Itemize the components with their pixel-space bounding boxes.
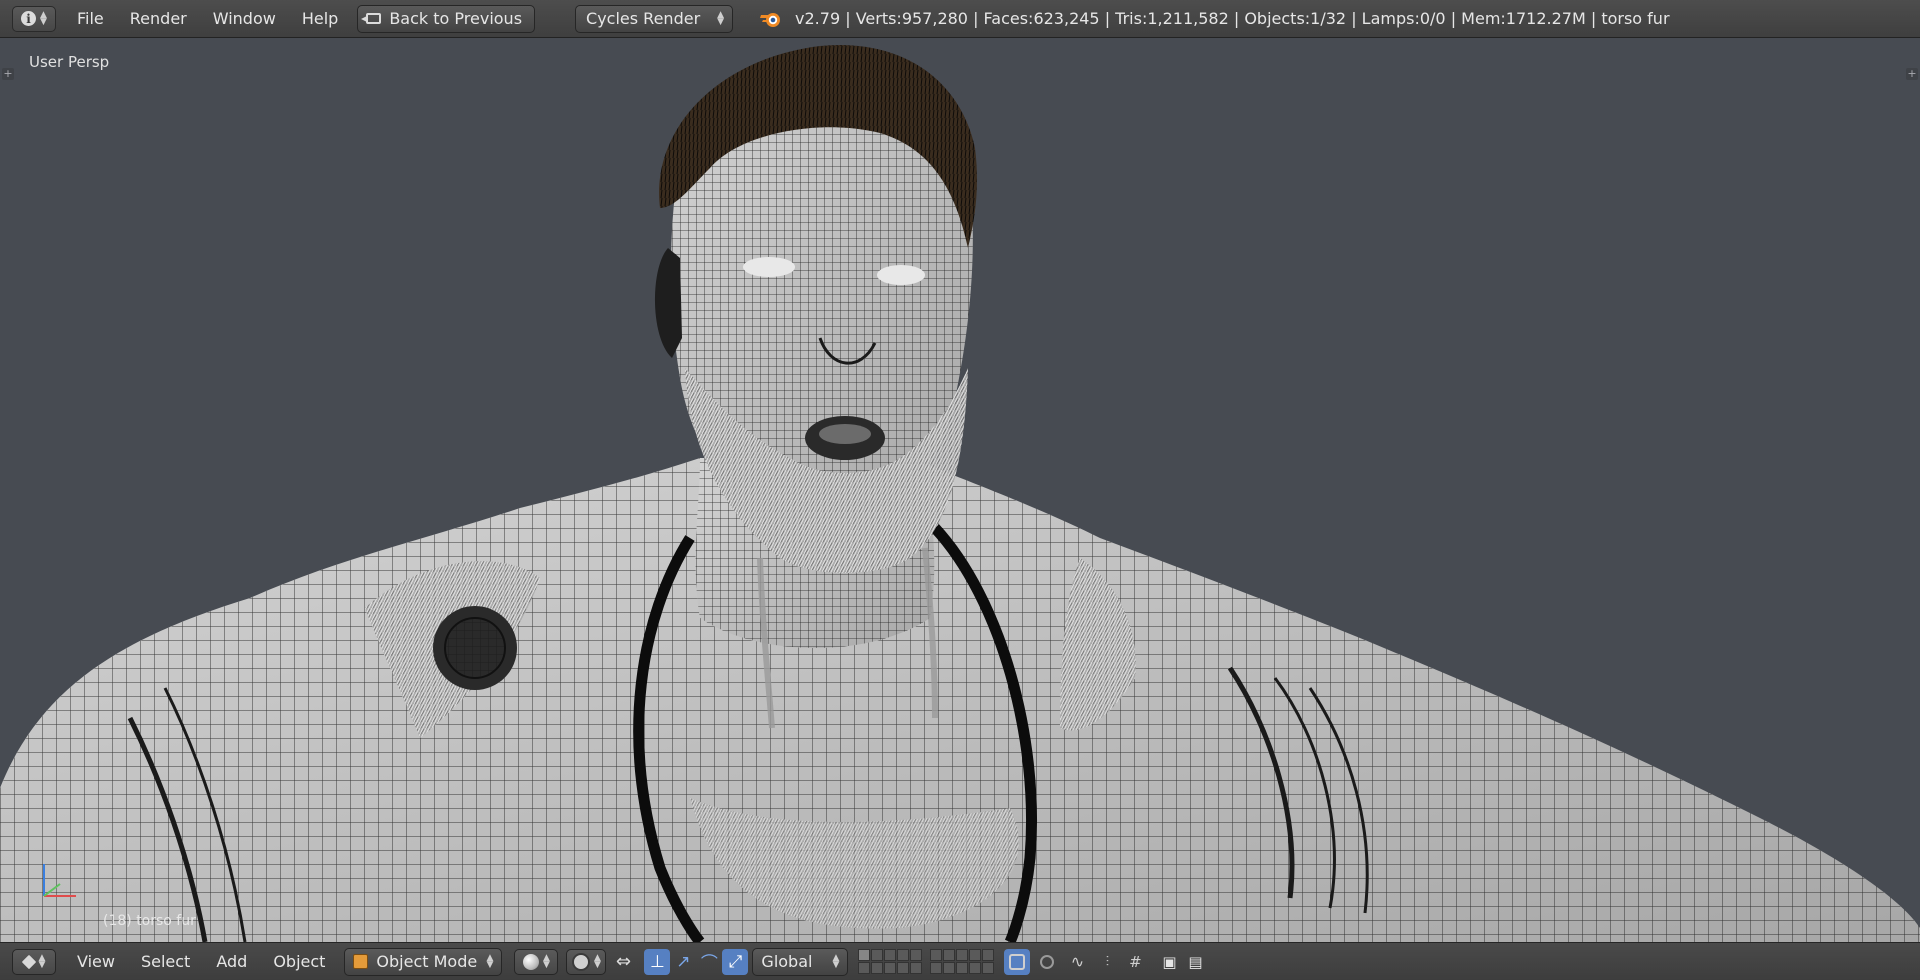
pivot-icon [571, 952, 590, 971]
menu-view[interactable]: View [64, 943, 128, 980]
main-menu: File Render Window Help [64, 0, 351, 38]
3d-viewport[interactable]: User Persp + + (18) torso fur [0, 38, 1920, 942]
translate-axes-icon: ⊥ [650, 951, 665, 972]
camera-icon: ▣ [1162, 952, 1177, 971]
menu-help[interactable]: Help [289, 0, 351, 38]
proportional-icon [1040, 954, 1055, 969]
menu-select[interactable]: Select [128, 943, 203, 980]
layer-group-2[interactable] [930, 949, 995, 974]
opengl-render-image-button[interactable]: ▣ [1156, 949, 1182, 975]
object-mode-icon [353, 954, 369, 969]
render-engine-dropdown[interactable]: Cycles Render ▲ ▼ [575, 4, 734, 33]
toolshelf-toggle-icon[interactable]: + [2, 68, 14, 80]
translate-manipulator-button[interactable]: ⊥ [644, 948, 671, 975]
manipulator-icon: ⇔ [615, 951, 631, 972]
snap-toggle-button[interactable]: ⫶ [1094, 949, 1120, 975]
solid-shading-icon [522, 953, 539, 970]
menu-window[interactable]: Window [200, 0, 289, 38]
layer-group-1[interactable] [858, 949, 923, 974]
snap-magnet-icon: ⫶ [1105, 953, 1110, 970]
transform-orientation-dropdown[interactable]: Global ▲ ▼ [752, 947, 849, 976]
updown-arrows-icon: ▲ ▼ [38, 952, 46, 970]
snap-grid-icon: # [1129, 952, 1142, 971]
blender-logo-icon [760, 12, 781, 27]
scene-layers [858, 949, 995, 974]
blender-window: i ▲ ▼ File Render Window Help Back to Pre… [0, 0, 1920, 980]
editor-type-selector[interactable]: i ▲ ▼ [12, 5, 56, 32]
active-object-label: (18) torso fur [103, 913, 196, 929]
proportional-editing-button[interactable] [1034, 949, 1060, 975]
dropdown-arrows-icon: ▲ ▼ [832, 952, 840, 970]
menu-object[interactable]: Object [260, 943, 338, 980]
dropdown-arrows-icon: ▲ ▼ [486, 952, 494, 970]
scale-icon: ⤢ [728, 951, 743, 972]
pivot-point-dropdown[interactable]: ▲ ▼ [566, 948, 607, 975]
back-to-previous-button[interactable]: Back to Previous [357, 4, 536, 33]
back-screen-icon [361, 13, 382, 24]
view3d-menu: View Select Add Object [64, 943, 338, 980]
viewport-shading-dropdown[interactable]: ▲ ▼ [514, 948, 559, 975]
transform-orientation-label: Global [761, 952, 813, 971]
interaction-mode-dropdown[interactable]: Object Mode ▲ ▼ [344, 947, 503, 976]
manipulator-toggle-button[interactable]: ⇔ [610, 949, 636, 975]
clapperboard-icon: ▤ [1188, 952, 1203, 971]
arrow-icon: ↗ [676, 951, 691, 972]
character-mesh-wireframe [0, 44, 1920, 942]
rotate-manipulator-button[interactable]: ⌒ [696, 949, 722, 975]
cube-icon [21, 954, 36, 969]
back-to-previous-label: Back to Previous [389, 9, 523, 28]
translate-arrow-button[interactable]: ↗ [670, 949, 696, 975]
lock-camera-layers-button[interactable] [1004, 948, 1031, 975]
view-perspective-label: User Persp [29, 53, 110, 71]
rotate-icon: ⌒ [700, 954, 718, 974]
3d-view-header: ▲ ▼ View Select Add Object Object Mode ▲ ▼… [0, 942, 1920, 980]
updown-arrows-icon: ▲ ▼ [593, 952, 601, 970]
dropdown-arrows-icon: ▲ ▼ [717, 9, 725, 27]
scale-manipulator-button[interactable]: ⤢ [722, 948, 749, 975]
updown-arrows-icon: ▲ ▼ [40, 9, 47, 27]
info-header: i ▲ ▼ File Render Window Help Back to Pre… [0, 0, 1920, 38]
opengl-render-animation-button[interactable]: ▤ [1182, 949, 1208, 975]
render-engine-label: Cycles Render [586, 9, 701, 28]
menu-render[interactable]: Render [117, 0, 200, 38]
interaction-mode-label: Object Mode [376, 952, 478, 971]
layer-lock-icon [1009, 953, 1026, 970]
falloff-curve-icon: ∿ [1070, 952, 1085, 971]
3d-view-editor-selector[interactable]: ▲ ▼ [12, 948, 56, 975]
scene-statistics: v2.79 | Verts:957,280 | Faces:623,245 | … [795, 9, 1670, 28]
menu-file[interactable]: File [64, 0, 117, 38]
axis-gizmo-icon [43, 864, 76, 897]
snap-element-dropdown[interactable]: # [1122, 949, 1148, 975]
updown-arrows-icon: ▲ ▼ [542, 952, 550, 970]
properties-toggle-icon[interactable]: + [1906, 68, 1918, 80]
menu-add[interactable]: Add [203, 943, 260, 980]
info-icon: i [21, 11, 37, 26]
proportional-falloff-button[interactable]: ∿ [1064, 949, 1090, 975]
